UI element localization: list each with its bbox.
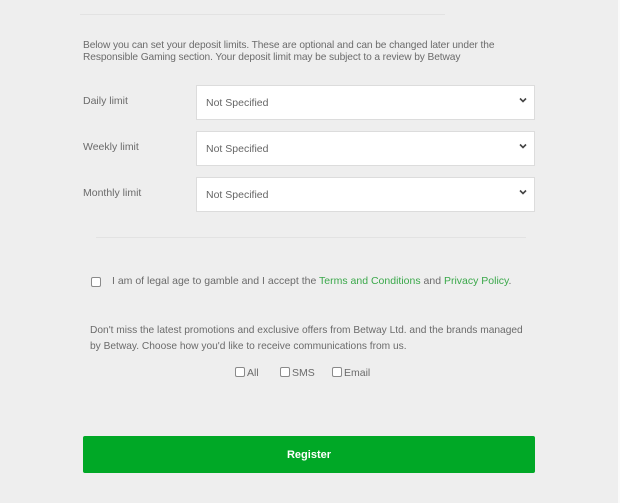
terms-checkbox[interactable]	[91, 277, 101, 287]
comm-option-sms[interactable]: SMS	[280, 367, 315, 381]
terms-prefix: I am of legal age to gamble and I accept…	[112, 275, 320, 287]
email-checkbox[interactable]	[332, 367, 342, 377]
email-label: Email	[344, 367, 371, 379]
register-button[interactable]: Register	[83, 436, 535, 473]
chevron-down-icon	[519, 143, 527, 149]
terms-suffix: .	[508, 275, 512, 287]
daily-limit-value: Not Specified	[206, 97, 269, 109]
sms-checkbox[interactable]	[280, 367, 290, 377]
monthly-limit-label: Monthly limit	[83, 187, 142, 199]
daily-limit-label: Daily limit	[83, 95, 128, 107]
terms-text: I am of legal age to gamble and I accept…	[112, 275, 511, 287]
all-checkbox[interactable]	[235, 367, 245, 377]
monthly-limit-select[interactable]: Not Specified	[196, 177, 535, 212]
comm-option-all[interactable]: All	[235, 367, 259, 381]
all-label: All	[247, 367, 259, 379]
weekly-limit-row: Weekly limit Not Specified	[83, 131, 535, 166]
registration-panel: Below you can set your deposit limits. T…	[0, 0, 618, 503]
middle-divider	[96, 237, 526, 238]
comm-option-email[interactable]: Email	[332, 367, 370, 381]
weekly-limit-value: Not Specified	[206, 143, 269, 155]
weekly-limit-label: Weekly limit	[83, 141, 139, 153]
top-divider	[80, 14, 445, 15]
sms-label: SMS	[292, 367, 315, 379]
monthly-limit-value: Not Specified	[206, 189, 269, 201]
privacy-policy-link[interactable]: Privacy Policy	[444, 275, 509, 287]
promotions-text: Don't miss the latest promotions and exc…	[90, 325, 523, 352]
chevron-down-icon	[519, 189, 527, 195]
daily-limit-row: Daily limit Not Specified	[83, 85, 535, 120]
chevron-down-icon	[519, 97, 527, 103]
daily-limit-select[interactable]: Not Specified	[196, 85, 535, 120]
weekly-limit-select[interactable]: Not Specified	[196, 131, 535, 166]
deposit-limits-intro: Below you can set your deposit limits. T…	[83, 40, 495, 63]
terms-middle: and	[420, 275, 444, 287]
terms-and-conditions-link[interactable]: Terms and Conditions	[319, 275, 421, 287]
monthly-limit-row: Monthly limit Not Specified	[83, 177, 535, 212]
